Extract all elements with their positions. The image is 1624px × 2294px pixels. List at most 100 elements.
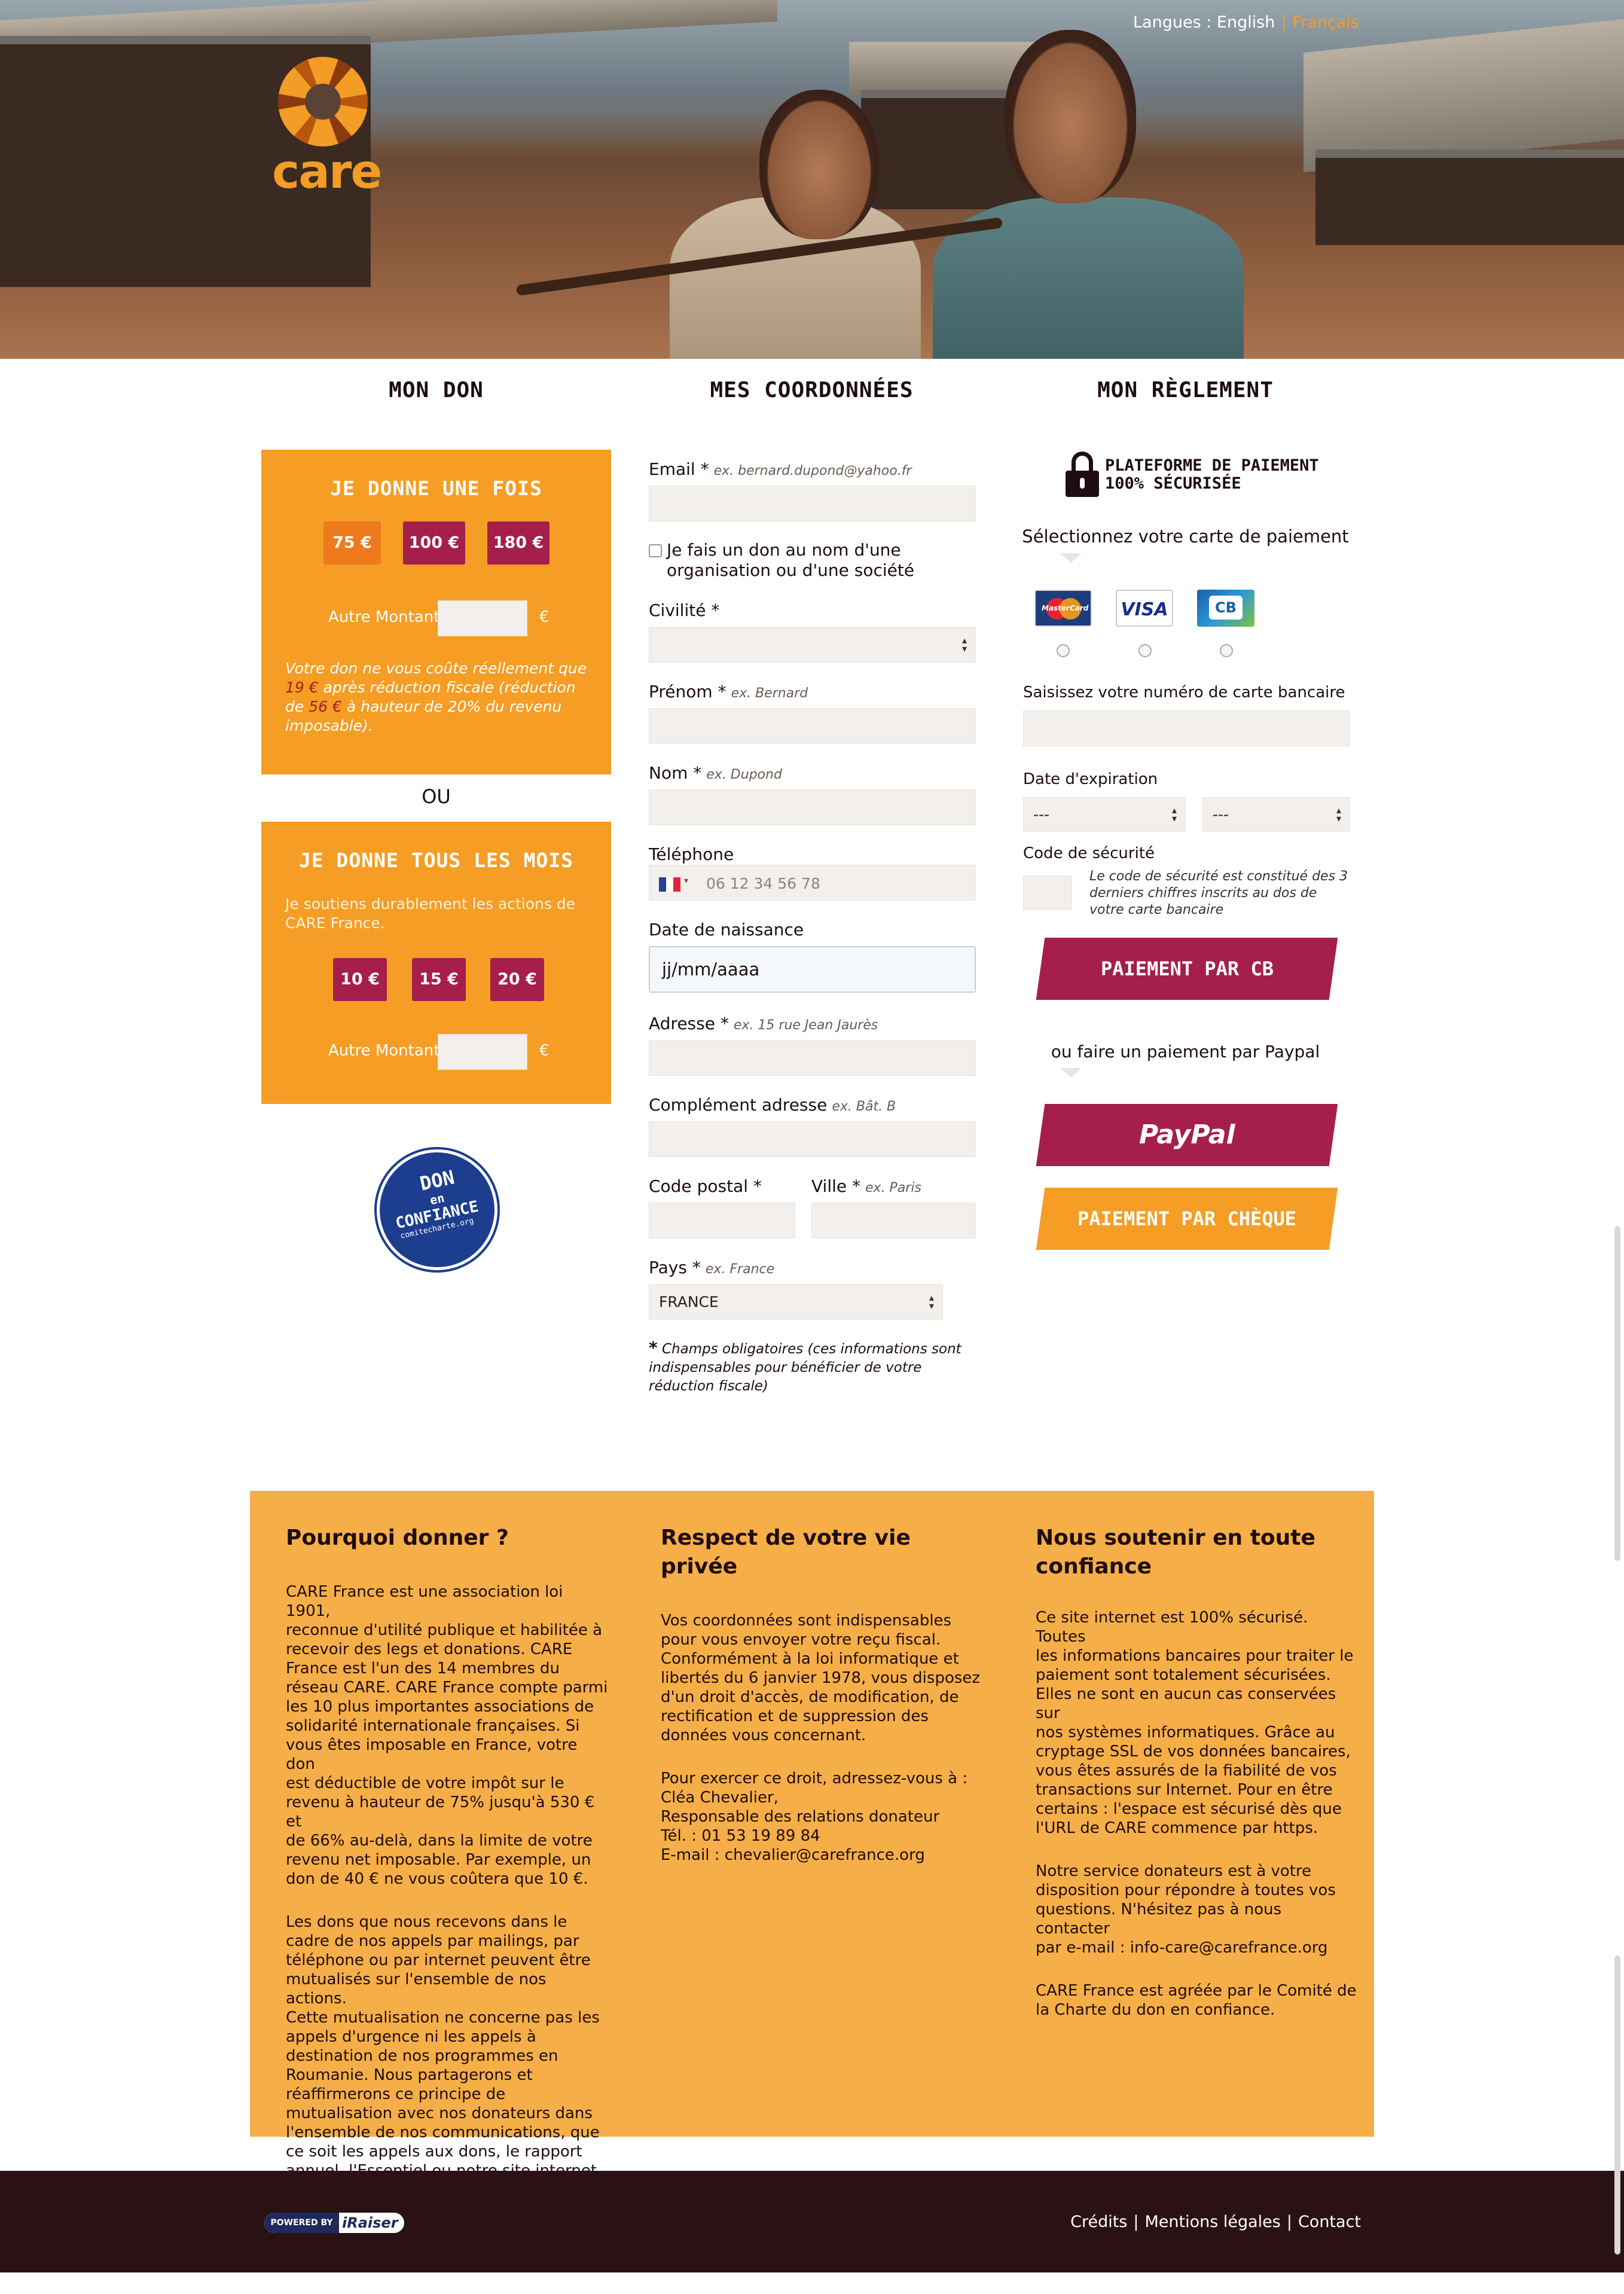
amount-20-button[interactable]: 20 €	[490, 958, 544, 1001]
amount-75-button[interactable]: 75 €	[323, 521, 381, 565]
nom-field[interactable]	[649, 789, 976, 825]
currency-symbol: €	[539, 608, 550, 626]
cvv-help: Le code de sécurité est constitué des 3 …	[1089, 869, 1348, 917]
cb-radio[interactable]	[1220, 644, 1233, 657]
info-col-confiance: Nous soutenir en toute confiance Ce site…	[1036, 1524, 1359, 2043]
dob-field[interactable]: jj/mm/aaaa	[649, 946, 976, 993]
telephone-label: Téléphone	[649, 844, 734, 864]
email-label: Email * ex. bernard.dupond@yahoo.fr	[649, 459, 912, 479]
code-postal-field[interactable]	[649, 1203, 795, 1238]
lang-french-link[interactable]: Français	[1293, 13, 1359, 32]
info-col-vie-privee: Respect de votre vie privée Vos coordonn…	[661, 1524, 984, 1889]
other-amount-input[interactable]	[438, 600, 527, 636]
select-arrows-icon: ▴ ▾	[961, 634, 967, 654]
info-section: Pourquoi donner ? CARE France est une as…	[250, 1491, 1374, 2180]
org-checkbox-label: Je fais un don au nom d'une organisation…	[667, 540, 915, 580]
contact-link[interactable]: Contact	[1298, 2213, 1361, 2231]
ville-field[interactable]	[811, 1203, 976, 1238]
required-fields-note: * Champs obligatoires (ces informations …	[649, 1338, 961, 1394]
visa-icon[interactable]: VISA	[1116, 590, 1173, 627]
civilite-label: Civilité *	[649, 600, 720, 620]
ou-separator: OU	[422, 785, 451, 808]
paypal-logo-icon: PayPal	[1138, 1119, 1235, 1150]
prenom-label: Prénom * ex. Bernard	[649, 682, 808, 701]
telephone-field[interactable]: ▾ 06 12 34 56 78	[649, 865, 976, 901]
amount-15-button[interactable]: 15 €	[412, 958, 466, 1001]
ville-label: Ville * ex. Paris	[811, 1176, 921, 1196]
credits-link[interactable]: Crédits	[1070, 2213, 1127, 2231]
pay-cb-button[interactable]: PAIEMENT PAR CB	[1036, 938, 1338, 1000]
expiry-label: Date d'expiration	[1023, 770, 1158, 788]
hero-banner	[0, 0, 1624, 359]
amount-100-button[interactable]: 100 €	[403, 521, 465, 565]
expiry-year-select[interactable]: --- ▴ ▾	[1202, 797, 1350, 832]
select-arrows-icon: ▴ ▾	[929, 1292, 934, 1311]
expiry-month-select[interactable]: --- ▴ ▾	[1023, 797, 1186, 832]
currency-symbol-monthly: €	[539, 1042, 550, 1060]
lang-english-link[interactable]: English	[1217, 13, 1275, 32]
scrollbar-thumb[interactable]	[1614, 1226, 1620, 1561]
footer: POWERED BY iRaiser Crédits | Mentions léga…	[0, 2171, 1624, 2272]
other-amount-label: Autre Montant	[328, 608, 440, 626]
scrollbar-thumb[interactable]	[1614, 1956, 1620, 2255]
pays-select[interactable]: FRANCE ▴ ▾	[649, 1284, 943, 1320]
powered-by-iraiser-logo[interactable]: POWERED BY iRaiser	[264, 2213, 404, 2233]
visa-radio[interactable]	[1138, 644, 1152, 657]
adresse-label: Adresse * ex. 15 rue Jean Jaurès	[649, 1014, 878, 1033]
cvv-field[interactable]	[1023, 875, 1072, 910]
adresse-field[interactable]	[649, 1040, 976, 1076]
france-flag-icon[interactable]	[659, 877, 680, 892]
mentions-legales-link[interactable]: Mentions légales	[1144, 2213, 1280, 2231]
org-checkbox[interactable]	[649, 544, 662, 557]
amount-180-button[interactable]: 180 €	[487, 521, 550, 565]
paypal-button[interactable]: PayPal	[1036, 1104, 1338, 1166]
cvv-label: Code de sécurité	[1023, 844, 1155, 862]
pays-value: FRANCE	[659, 1293, 719, 1311]
complement-field[interactable]	[649, 1121, 976, 1157]
civilite-select[interactable]: ▴ ▾	[649, 627, 976, 663]
logo-text: care	[272, 145, 382, 199]
monthly-desc: Je soutiens durablement les actions de C…	[285, 895, 576, 932]
select-arrows-icon: ▴ ▾	[1336, 804, 1341, 824]
secure-platform-text: PLATEFORME DE PAIEMENT 100% SÉCURISÉE	[1105, 456, 1319, 493]
heading-mon-reglement: MON RÈGLEMENT	[1097, 378, 1274, 402]
other-amount-monthly-input[interactable]	[438, 1034, 527, 1070]
don-en-confiance-badge: DON en CONFIANCE comitecharte.org	[377, 1149, 497, 1270]
mastercard-radio[interactable]	[1057, 644, 1070, 657]
pays-label: Pays * ex. France	[649, 1258, 775, 1277]
donate-once-box: JE DONNE UNE FOIS 75 € 100 € 180 € Autre…	[261, 450, 611, 774]
select-card-label: Sélectionnez votre carte de paiement	[1022, 526, 1349, 547]
care-logo[interactable]: care	[272, 57, 383, 200]
pay-cheque-button[interactable]: PAIEMENT PAR CHÈQUE	[1036, 1188, 1338, 1250]
info-col-pourquoi: Pourquoi donner ? CARE France est une as…	[286, 1524, 609, 2204]
dob-label: Date de naissance	[649, 920, 804, 939]
padlock-icon	[1066, 452, 1099, 497]
heading-mes-coordonnees: MES COORDONNÉES	[710, 378, 914, 402]
confiance-title: Nous soutenir en toute confiance	[1036, 1526, 1315, 1579]
or-paypal-label: ou faire un paiement par Paypal	[1051, 1042, 1320, 1061]
chevron-down-icon: ▾	[684, 876, 689, 886]
code-postal-label: Code postal *	[649, 1176, 762, 1196]
complement-label: Complément adresse ex. Bât. B	[649, 1095, 896, 1115]
card-number-field[interactable]	[1023, 710, 1350, 746]
pourquoi-title: Pourquoi donner ?	[286, 1526, 509, 1550]
telephone-placeholder: 06 12 34 56 78	[706, 875, 820, 892]
care-flower-icon	[278, 57, 368, 147]
donate-monthly-box: JE DONNE TOUS LES MOIS Je soutiens durab…	[261, 822, 611, 1104]
dob-value: jj/mm/aaaa	[662, 959, 760, 980]
select-arrows-icon: ▴ ▾	[1171, 804, 1177, 824]
card-number-label: Saisissez votre numéro de carte bancaire	[1023, 684, 1345, 701]
language-switcher: Langues : English | Français	[1133, 13, 1359, 32]
amount-10-button[interactable]: 10 €	[333, 958, 387, 1001]
other-amount-monthly-label: Autre Montant	[328, 1042, 440, 1060]
vie-privee-title: Respect de votre vie privée	[661, 1526, 911, 1579]
mastercard-icon[interactable]: MasterCard	[1034, 590, 1092, 627]
cb-card-icon[interactable]: CB	[1197, 590, 1254, 627]
language-label: Langues :	[1133, 13, 1212, 32]
donate-once-title: JE DONNE UNE FOIS	[330, 477, 542, 500]
heading-mon-don: MON DON	[389, 378, 484, 402]
tax-reduction-note: Votre don ne vous coûte réellement que 1…	[285, 660, 587, 734]
email-field[interactable]	[649, 486, 976, 521]
donate-monthly-title: JE DONNE TOUS LES MOIS	[298, 849, 574, 872]
prenom-field[interactable]	[649, 708, 976, 744]
